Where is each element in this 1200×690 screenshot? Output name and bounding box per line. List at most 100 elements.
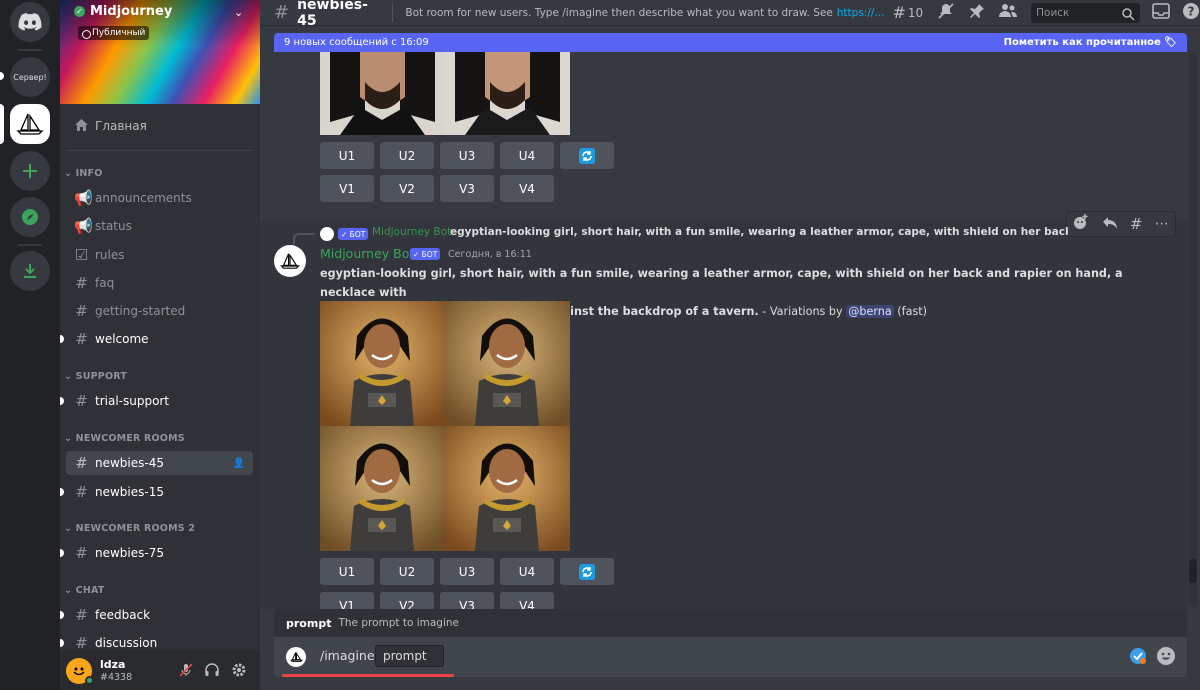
nitro-badge-icon[interactable] — [1129, 647, 1147, 669]
upscale-2-button[interactable]: U2 — [380, 142, 434, 169]
variation-2-button[interactable]: V2 — [380, 175, 434, 202]
message-author[interactable]: Midjourney Bot — [320, 246, 414, 261]
speed-text: (fast) — [893, 305, 928, 318]
channel-label: feedback — [95, 608, 151, 622]
variation-3-button[interactable]: V3 — [440, 175, 494, 202]
upscale-4-button[interactable]: U4 — [500, 142, 554, 169]
sidebar-item-home[interactable]: Главная — [66, 114, 253, 138]
reply-preview[interactable]: egyptian-looking girl, short hair, with … — [450, 226, 1068, 238]
reply-author[interactable]: Midjourney Bot — [372, 226, 451, 238]
command-option-hint[interactable]: prompt The prompt to imagine — [274, 609, 1187, 637]
pin-icon[interactable] — [969, 3, 985, 23]
reply-icon[interactable] — [1102, 215, 1118, 234]
threads-icon[interactable]: # — [892, 3, 905, 22]
upscale-2-button[interactable]: U2 — [380, 558, 434, 585]
discord-app: Сервер! ✓ Midjourney Публичный ⌄ Главная … — [0, 0, 1200, 690]
server-icon-server[interactable]: Сервер! — [10, 57, 50, 97]
mark-read-button[interactable]: Пометить как прочитанное 🏷 — [1004, 37, 1177, 48]
more-options-icon[interactable]: ⋯ — [1155, 216, 1169, 232]
variation-4-button[interactable]: V4 — [500, 592, 554, 609]
channel-title: newbies-45 — [297, 0, 368, 29]
channel-label: status — [95, 219, 132, 233]
channel-rules[interactable]: ☑ rules — [66, 243, 253, 267]
variation-buttons-row: V1 V2 V3 V4 — [320, 592, 560, 609]
channel-label: trial-support — [95, 394, 170, 408]
mark-read-label: Пометить как прочитанное — [1003, 37, 1161, 48]
channel-label: faq — [95, 276, 115, 290]
variation-2-button[interactable]: V2 — [380, 592, 434, 609]
discord-home-icon[interactable] — [10, 2, 50, 42]
message-image-grid[interactable] — [320, 52, 570, 135]
category-label: NEWCOMER ROOMS 2 — [75, 523, 196, 534]
channel-newbies-15[interactable]: # newbies-15 — [60, 480, 253, 504]
help-icon[interactable]: ? — [1182, 2, 1200, 24]
upscale-1-button[interactable]: U1 — [320, 558, 374, 585]
variation-3-button[interactable]: V3 — [440, 592, 494, 609]
add-reaction-icon[interactable] — [1073, 214, 1089, 234]
upscale-3-button[interactable]: U3 — [440, 558, 494, 585]
category-newcomer-rooms[interactable]: ⌄ NEWCOMER ROOMS — [64, 433, 185, 444]
hash-thread-icon: # — [75, 483, 88, 501]
channel-topic[interactable]: Bot room for new users. Type /imagine th… — [405, 7, 832, 19]
unread-indicator — [0, 72, 4, 80]
search-input[interactable]: Поиск — [1031, 2, 1140, 23]
category-info[interactable]: ⌄ INFO — [64, 168, 103, 179]
avatar[interactable] — [274, 245, 306, 277]
reply-avatar[interactable] — [320, 227, 334, 241]
channel-announcements[interactable]: 📢 announcements — [66, 186, 253, 210]
channel-label: newbies-15 — [95, 485, 164, 499]
upscale-3-button[interactable]: U3 — [440, 142, 494, 169]
category-label: SUPPORT — [75, 371, 127, 382]
server-rail: Сервер! — [0, 0, 60, 690]
channel-feedback[interactable]: # feedback — [60, 603, 253, 627]
member-list-icon[interactable] — [999, 3, 1018, 23]
reply-connector — [293, 233, 315, 245]
variation-1-button[interactable]: V1 — [320, 592, 374, 609]
gear-icon[interactable] — [231, 662, 247, 682]
scrollbar-track[interactable] — [1189, 52, 1197, 607]
user-mention[interactable]: @berna — [846, 305, 894, 318]
channel-newbies-75[interactable]: # newbies-75 — [60, 541, 253, 565]
mark-read-icon: 🏷 — [1164, 37, 1177, 48]
category-support[interactable]: ⌄ SUPPORT — [64, 371, 127, 382]
inbox-icon[interactable] — [1152, 2, 1170, 23]
channel-welcome[interactable]: # welcome — [60, 327, 253, 351]
variation-4-button[interactable]: V4 — [500, 175, 554, 202]
topic-link[interactable]: https://... — [837, 7, 885, 19]
midjourney-server-icon[interactable] — [10, 104, 50, 144]
channel-getting-started[interactable]: # getting-started — [66, 299, 253, 323]
verified-icon: ✓ — [74, 6, 85, 17]
message-image-grid[interactable] — [320, 301, 570, 551]
scrollbar-thumb[interactable] — [1189, 559, 1197, 583]
hash-thread-icon: # — [274, 2, 290, 23]
mic-muted-icon[interactable] — [178, 662, 194, 682]
download-icon[interactable] — [10, 251, 50, 291]
hash-icon: # — [75, 274, 88, 292]
reroll-button[interactable] — [560, 142, 614, 169]
user-tag: #4338 — [100, 672, 133, 683]
add-member-icon[interactable]: 👤 — [233, 458, 245, 469]
selected-indicator — [0, 104, 4, 144]
prompt-parameter-field[interactable]: prompt — [375, 645, 444, 667]
create-thread-icon[interactable]: # — [1130, 215, 1143, 233]
channel-newbies-45[interactable]: # newbies-45 👤 — [66, 451, 253, 475]
search-placeholder: Поиск — [1036, 6, 1070, 19]
channel-trial-support[interactable]: # trial-support — [60, 389, 253, 413]
variation-1-button[interactable]: V1 — [320, 175, 374, 202]
add-server-icon[interactable] — [10, 151, 50, 191]
category-chat[interactable]: ⌄ CHAT — [64, 585, 105, 596]
message-input[interactable]: /imagine prompt — [274, 637, 1187, 677]
channel-faq[interactable]: # faq — [66, 271, 253, 295]
emoji-icon[interactable] — [1156, 646, 1176, 670]
notification-muted-icon[interactable] — [937, 2, 955, 24]
headphones-icon[interactable] — [204, 662, 220, 682]
upscale-4-button[interactable]: U4 — [500, 558, 554, 585]
server-header[interactable]: ✓ Midjourney — [74, 4, 172, 19]
category-newcomer-rooms-2[interactable]: ⌄ NEWCOMER ROOMS 2 — [64, 523, 195, 534]
channel-status[interactable]: 📢 status — [66, 214, 253, 238]
explore-compass-icon[interactable] — [10, 197, 50, 237]
reroll-button[interactable] — [560, 558, 614, 585]
chevron-down-icon[interactable]: ⌄ — [234, 6, 243, 19]
upscale-1-button[interactable]: U1 — [320, 142, 374, 169]
new-messages-bar[interactable]: 9 новых сообщений с 16:09 Пометить как п… — [274, 33, 1187, 52]
